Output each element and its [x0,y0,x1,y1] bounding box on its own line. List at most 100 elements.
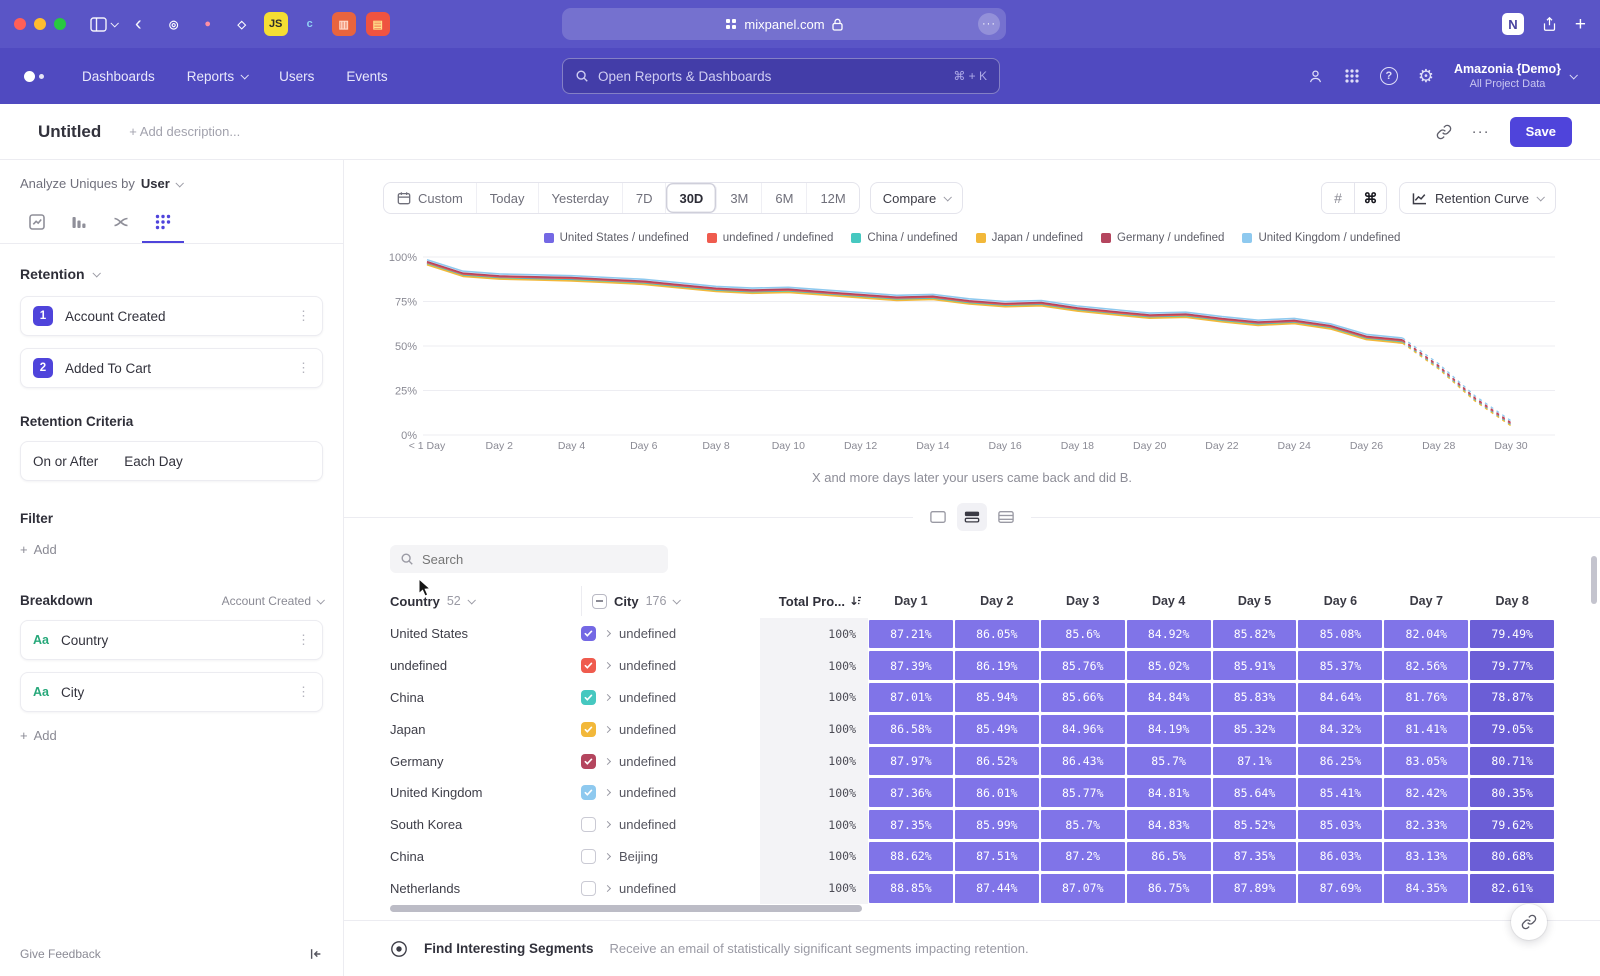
expand-chevron-icon[interactable] [604,694,611,701]
row-checkbox[interactable] [581,658,596,673]
project-switcher[interactable]: Amazonia {Demo} All Project Data [1454,61,1576,90]
retention-cell[interactable]: 79.05% [1469,713,1555,745]
retention-cell[interactable]: 87.39% [868,650,954,682]
retention-cell[interactable]: 87.35% [868,809,954,841]
retention-cell[interactable]: 84.84% [1126,682,1212,714]
retention-cell[interactable]: 86.58% [868,713,954,745]
range-today[interactable]: Today [477,183,539,213]
retention-cell[interactable]: 80.35% [1469,777,1555,809]
new-tab-icon[interactable]: + [1575,15,1586,34]
retention-cell[interactable]: 85.41% [1297,777,1383,809]
retention-cell[interactable]: 85.91% [1212,650,1298,682]
row-checkbox[interactable] [581,690,596,705]
retention-cell[interactable]: 87.51% [954,841,1040,873]
retention-cell[interactable]: 79.77% [1469,650,1555,682]
expand-chevron-icon[interactable] [604,821,611,828]
tab-insights[interactable] [16,203,58,243]
share-link-fab[interactable] [1511,904,1547,940]
retention-cell[interactable]: 85.03% [1297,809,1383,841]
step-card-2[interactable]: 2 Added To Cart ⋮ [20,348,323,388]
day-column-header[interactable]: Day 1 [868,594,954,608]
retention-cell[interactable]: 88.85% [868,872,954,904]
retention-cell[interactable]: 84.83% [1126,809,1212,841]
retention-cell[interactable]: 81.76% [1383,682,1469,714]
extension-icon[interactable]: ▤ [366,12,390,36]
retention-cell[interactable]: 85.6% [1040,618,1126,650]
retention-cell[interactable]: 85.76% [1040,650,1126,682]
retention-cell[interactable]: 86.5% [1126,841,1212,873]
country-cell[interactable]: undefined [390,650,581,682]
retention-cell[interactable]: 85.52% [1212,809,1298,841]
country-cell[interactable]: China [390,841,581,873]
retention-cell[interactable]: 86.43% [1040,745,1126,777]
extension-icon[interactable]: ◇ [230,12,254,36]
nav-dashboards[interactable]: Dashboards [82,69,155,84]
retention-cell[interactable]: 82.56% [1383,650,1469,682]
table-row[interactable]: undefinedundefined100%87.39%86.19%85.76%… [344,650,1600,682]
retention-cell[interactable]: 84.32% [1297,713,1383,745]
legend-item[interactable]: China / undefined [851,232,957,244]
traffic-light-close[interactable] [14,18,26,30]
traffic-light-maximize[interactable] [54,18,66,30]
expand-chevron-icon[interactable] [604,726,611,733]
retention-cell[interactable]: 87.2% [1040,841,1126,873]
retention-cell[interactable]: 87.35% [1212,841,1298,873]
retention-cell[interactable]: 84.35% [1383,872,1469,904]
retention-cell[interactable]: 83.05% [1383,745,1469,777]
url-options-icon[interactable]: ··· [978,13,1000,35]
retention-cell[interactable]: 87.44% [954,872,1040,904]
chart-only-view-icon[interactable] [923,503,953,531]
extension-icon[interactable]: ● [196,12,220,36]
nav-events[interactable]: Events [346,69,387,84]
range-custom[interactable]: Custom [384,183,477,213]
add-breakdown-button[interactable]: +Add [20,728,57,743]
account-data-icon[interactable] [1307,68,1324,85]
criteria-on-or-after[interactable]: On or After [33,454,98,469]
retention-line-chart[interactable]: 100%75%50%25%0%< 1 DayDay 2Day 4Day 6Day… [344,250,1600,455]
copy-link-icon[interactable] [1436,124,1452,140]
analyze-entity-dropdown[interactable]: User [141,176,170,191]
kebab-menu-icon[interactable]: ⋮ [297,360,310,376]
retention-cell[interactable]: 85.49% [954,713,1040,745]
expand-chevron-icon[interactable] [604,630,611,637]
retention-cell[interactable]: 85.08% [1297,618,1383,650]
country-column-header[interactable]: Country52 [390,586,581,616]
report-title[interactable]: Untitled [38,122,101,142]
extension-icon[interactable]: ◎ [162,12,186,36]
kebab-menu-icon[interactable]: ⋮ [297,684,310,700]
expand-chevron-icon[interactable] [604,885,611,892]
annotations-toggle-icon[interactable]: # [1322,183,1354,213]
add-filter-button[interactable]: +Add [20,542,57,557]
range-yesterday[interactable]: Yesterday [539,183,623,213]
table-row[interactable]: Japanundefined100%86.58%85.49%84.96%84.1… [344,713,1600,745]
more-options-icon[interactable]: ··· [1472,123,1490,140]
day-column-header[interactable]: Day 5 [1212,594,1298,608]
sidebar-toggle-icon[interactable] [90,17,117,32]
extension-icon[interactable]: c [298,12,322,36]
add-description[interactable]: + Add description... [129,124,240,139]
legend-item[interactable]: Germany / undefined [1101,232,1224,244]
share-icon[interactable] [1542,16,1557,32]
country-cell[interactable]: Japan [390,713,581,745]
day-column-header[interactable]: Day 2 [954,594,1040,608]
retention-cell[interactable]: 84.64% [1297,682,1383,714]
select-all-checkbox[interactable] [592,594,607,609]
step-event-label[interactable]: Account Created [65,309,166,324]
breakdown-scope-dropdown[interactable]: Account Created [222,594,323,608]
row-checkbox[interactable] [581,626,596,641]
city-cell[interactable]: undefined [581,682,760,714]
retention-cell[interactable]: 86.05% [954,618,1040,650]
save-button[interactable]: Save [1510,117,1572,147]
country-cell[interactable]: China [390,682,581,714]
table-row[interactable]: South Koreaundefined100%87.35%85.99%85.7… [344,809,1600,841]
retention-cell[interactable]: 82.61% [1469,872,1555,904]
back-button[interactable]: ‹ [135,14,142,34]
country-cell[interactable]: United States [390,618,581,650]
legend-item[interactable]: United Kingdom / undefined [1242,232,1400,244]
vertical-scrollbar[interactable] [1591,556,1597,604]
city-cell[interactable]: undefined [581,777,760,809]
tab-retention[interactable] [142,203,184,243]
retention-cell[interactable]: 81.41% [1383,713,1469,745]
table-row[interactable]: Chinaundefined100%87.01%85.94%85.66%84.8… [344,682,1600,714]
step-event-label[interactable]: Added To Cart [65,361,151,376]
